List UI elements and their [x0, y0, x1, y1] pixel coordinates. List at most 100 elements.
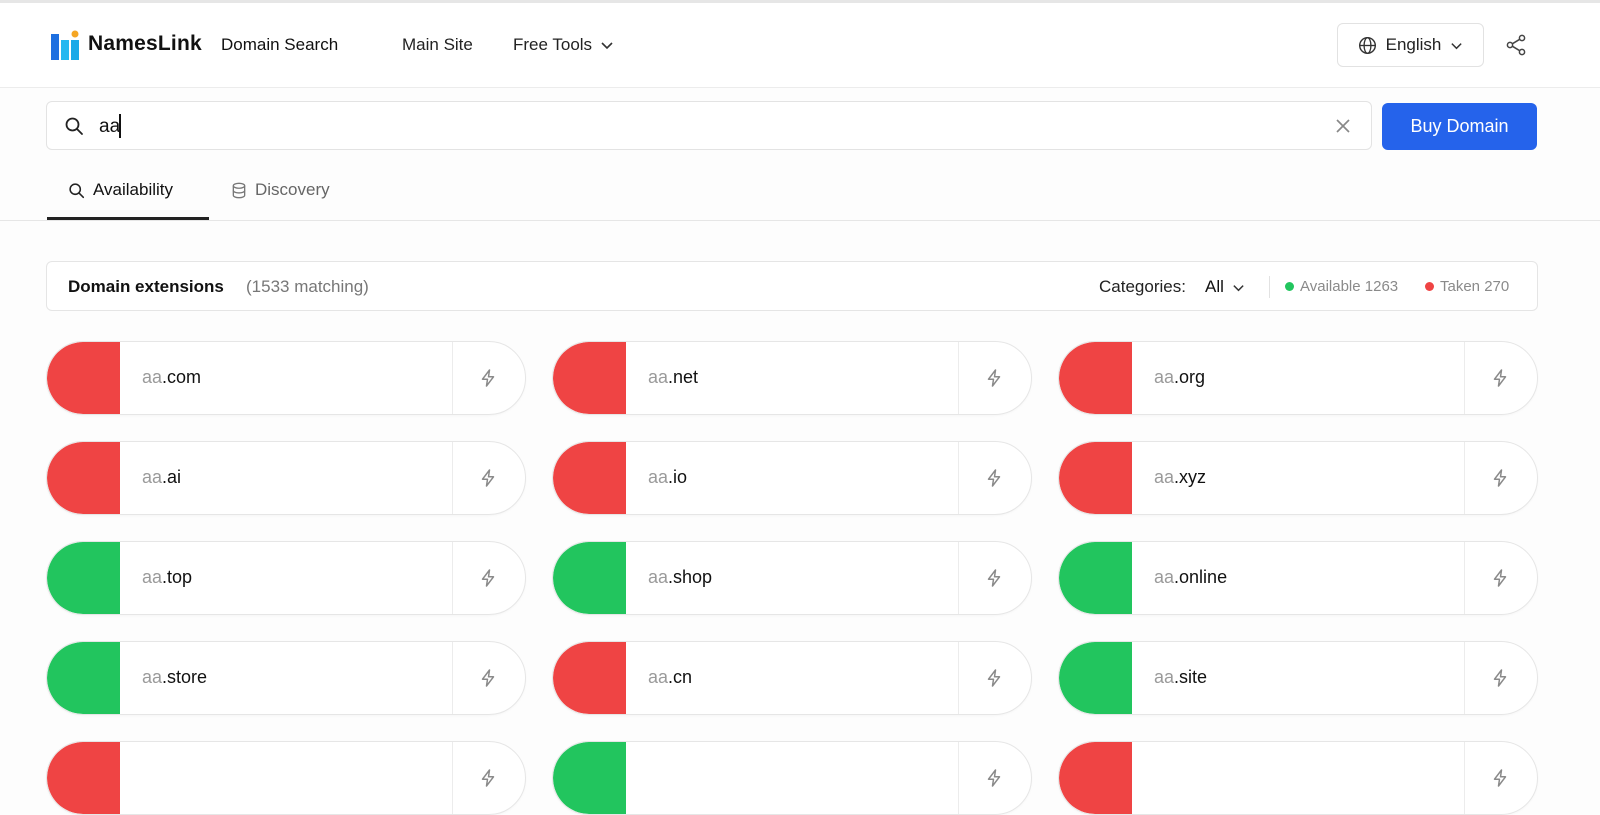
status-available-indicator [47, 642, 120, 714]
domain-search-input[interactable] [97, 112, 1281, 142]
nav-free-tools[interactable]: Free Tools [513, 35, 614, 55]
domain-card[interactable]: aa.shop [552, 541, 1032, 615]
card-divider [958, 342, 959, 414]
lightning-icon[interactable] [984, 768, 1004, 788]
lightning-icon[interactable] [478, 668, 498, 688]
domain-name: aa.cn [648, 667, 692, 688]
lightning-icon[interactable] [478, 768, 498, 788]
domain-name: aa.online [1154, 567, 1227, 588]
domain-card[interactable]: aa.org [1058, 341, 1538, 415]
nav-main-site[interactable]: Main Site [402, 35, 473, 55]
status-taken-indicator [1059, 442, 1132, 514]
lightning-icon[interactable] [1490, 668, 1510, 688]
domain-keyword: aa [1154, 567, 1175, 587]
status-taken-indicator [553, 342, 626, 414]
card-divider [1464, 742, 1465, 814]
domain-card[interactable] [1058, 741, 1538, 815]
domain-tld: .store [162, 667, 208, 687]
taken-dot [1425, 282, 1434, 291]
domain-card[interactable]: aa.ai [46, 441, 526, 515]
domain-tld: .cn [668, 667, 693, 687]
lightning-icon[interactable] [478, 568, 498, 588]
lightning-icon[interactable] [984, 468, 1004, 488]
nameslink-logo-icon[interactable] [51, 30, 79, 60]
tabs-divider [0, 220, 1600, 221]
status-available-indicator [1059, 642, 1132, 714]
taken-count: Taken 270 [1440, 278, 1510, 295]
card-divider [1464, 342, 1465, 414]
status-available-indicator [1059, 542, 1132, 614]
card-divider [1464, 642, 1465, 714]
domain-name: aa.ai [142, 467, 181, 488]
status-taken-indicator [553, 642, 626, 714]
active-tab-indicator [47, 217, 209, 220]
header-separator [1269, 276, 1270, 298]
domain-tld: .net [668, 367, 699, 387]
categories-value: All [1205, 277, 1224, 296]
card-divider [958, 742, 959, 814]
domain-card[interactable]: aa.com [46, 341, 526, 415]
domain-tld: .io [668, 467, 688, 487]
domain-tld: .top [162, 567, 193, 587]
search-icon [69, 183, 85, 199]
lightning-icon[interactable] [1490, 468, 1510, 488]
domain-keyword: aa [1154, 467, 1175, 487]
chevron-down-icon [1451, 42, 1463, 49]
domain-keyword: aa [1154, 367, 1175, 387]
domain-card[interactable]: aa.site [1058, 641, 1538, 715]
buy-domain-button[interactable]: Buy Domain [1382, 103, 1537, 150]
domain-name: aa.shop [648, 567, 712, 588]
status-taken-indicator [47, 342, 120, 414]
domain-tld: .online [1174, 567, 1228, 587]
lightning-icon[interactable] [478, 368, 498, 388]
lightning-icon[interactable] [478, 468, 498, 488]
card-divider [1464, 542, 1465, 614]
domain-card[interactable]: aa.xyz [1058, 441, 1538, 515]
available-count: Available 1263 [1300, 278, 1399, 295]
brand-name[interactable]: NamesLink [88, 32, 202, 56]
status-taken-indicator [47, 742, 120, 814]
tab-availability[interactable]: Availability [68, 180, 173, 220]
status-taken-indicator [1059, 742, 1132, 814]
domain-card[interactable]: aa.io [552, 441, 1032, 515]
domain-tld: .xyz [1174, 467, 1207, 487]
domain-keyword: aa [1154, 667, 1175, 687]
lightning-icon[interactable] [984, 368, 1004, 388]
domain-card[interactable]: aa.cn [552, 641, 1032, 715]
domain-card[interactable]: aa.net [552, 341, 1032, 415]
categories-label: Categories: [1099, 277, 1186, 296]
domain-card[interactable] [46, 741, 526, 815]
status-taken-indicator [1059, 342, 1132, 414]
domain-keyword: aa [142, 567, 163, 587]
domain-keyword: aa [648, 667, 669, 687]
domain-tld: .shop [668, 567, 713, 587]
status-available-indicator [47, 542, 120, 614]
domain-card[interactable]: aa.store [46, 641, 526, 715]
site-header: NamesLink Domain Search Main Site Free T… [0, 3, 1600, 88]
chevron-down-icon [601, 42, 613, 50]
lightning-icon[interactable] [1490, 568, 1510, 588]
nav-free-tools-label: Free Tools [513, 35, 593, 54]
close-icon[interactable] [1334, 117, 1352, 135]
lightning-icon[interactable] [1490, 368, 1510, 388]
extensions-title: Domain extensions [68, 277, 224, 296]
language-selector[interactable]: English [1337, 23, 1484, 67]
domain-keyword: aa [648, 567, 669, 587]
lightning-icon[interactable] [984, 668, 1004, 688]
domain-name: aa.top [142, 567, 192, 588]
share-icon[interactable] [1504, 33, 1528, 57]
domain-card[interactable]: aa.online [1058, 541, 1538, 615]
domain-name: aa.io [648, 467, 687, 488]
tab-discovery[interactable]: Discovery [231, 180, 330, 220]
domain-keyword: aa [648, 367, 669, 387]
domain-card[interactable] [552, 741, 1032, 815]
lightning-icon[interactable] [984, 568, 1004, 588]
card-divider [452, 442, 453, 514]
domain-name: aa.net [648, 367, 698, 388]
lightning-icon[interactable] [1490, 768, 1510, 788]
categories-dropdown[interactable]: All [1205, 277, 1245, 297]
domain-name: aa.store [142, 667, 207, 688]
search-icon [65, 117, 83, 135]
domain-tld: .site [1174, 667, 1208, 687]
domain-card[interactable]: aa.top [46, 541, 526, 615]
